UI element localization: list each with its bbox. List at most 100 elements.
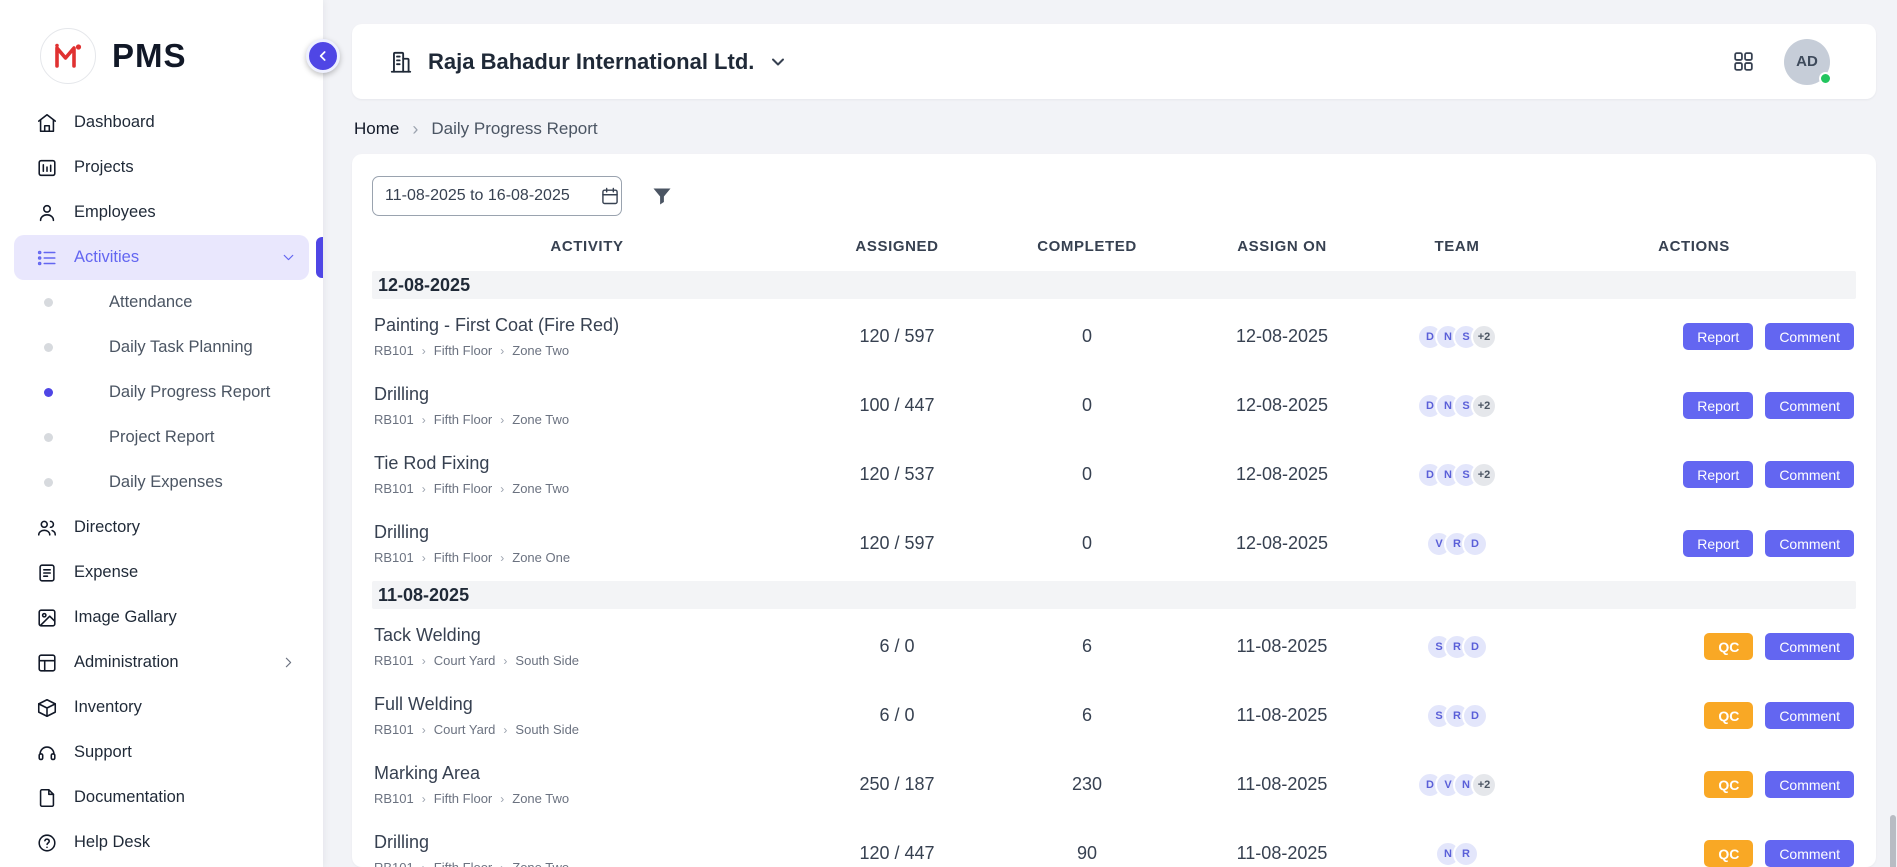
report-button[interactable]: Report <box>1683 461 1753 488</box>
table-row: Tie Rod FixingRB101›Fifth Floor›Zone Two… <box>372 440 1856 509</box>
table-row: DrillingRB101›Fifth Floor›Zone Two120 / … <box>372 819 1856 867</box>
report-button[interactable]: Report <box>1683 392 1753 419</box>
logo: PMS <box>0 0 323 100</box>
sidebar-item-label: Inventory <box>74 698 142 717</box>
sidebar-item-projects[interactable]: Projects <box>14 145 309 190</box>
comment-button[interactable]: Comment <box>1765 840 1854 867</box>
chevron-down-icon <box>280 249 297 266</box>
sidebar-item-administration[interactable]: Administration <box>14 640 309 685</box>
table-row: DrillingRB101›Fifth Floor›Zone One120 / … <box>372 509 1856 578</box>
qc-button[interactable]: QC <box>1704 771 1753 798</box>
sidebar-item-support[interactable]: Support <box>14 730 309 775</box>
path-segment: Zone Two <box>512 860 569 867</box>
comment-button[interactable]: Comment <box>1765 323 1854 350</box>
online-status-dot <box>1819 72 1832 85</box>
group-date: 12-08-2025 <box>378 275 470 296</box>
column-header-completed: COMPLETED <box>992 238 1182 255</box>
sidebar-item-documentation[interactable]: Documentation <box>14 775 309 820</box>
apps-grid-icon[interactable] <box>1731 49 1756 74</box>
team-extra-count[interactable]: +2 <box>1471 772 1497 798</box>
comment-button[interactable]: Comment <box>1765 530 1854 557</box>
path-separator-icon: › <box>500 793 504 805</box>
team-member-avatar[interactable]: D <box>1462 531 1488 557</box>
sidebar-item-help-desk[interactable]: Help Desk <box>14 820 309 865</box>
sidebar-item-expense[interactable]: Expense <box>14 550 309 595</box>
path-separator-icon: › <box>500 862 504 867</box>
sidebar-subitem-daily-expenses[interactable]: Daily Expenses <box>0 460 323 505</box>
sidebar-item-dashboard[interactable]: Dashboard <box>14 100 309 145</box>
path-segment: RB101 <box>374 860 414 867</box>
completed-value: 230 <box>992 774 1182 795</box>
activity-location-path: RB101›Fifth Floor›Zone Two <box>374 481 802 496</box>
team-extra-count[interactable]: +2 <box>1471 393 1497 419</box>
sidebar-subitem-project-report[interactable]: Project Report <box>0 415 323 460</box>
completed-value: 0 <box>992 395 1182 416</box>
comment-button[interactable]: Comment <box>1765 392 1854 419</box>
path-separator-icon: › <box>422 793 426 805</box>
activity-title: Full Welding <box>374 694 802 715</box>
sidebar-subitem-label: Daily Task Planning <box>109 338 253 357</box>
sidebar-subitem-label: Daily Expenses <box>109 473 223 492</box>
avatar[interactable]: AD <box>1784 39 1830 85</box>
comment-button[interactable]: Comment <box>1765 461 1854 488</box>
completed-value: 6 <box>992 705 1182 726</box>
team-member-avatar[interactable]: D <box>1462 703 1488 729</box>
sidebar-subitem-daily-task-planning[interactable]: Daily Task Planning <box>0 325 323 370</box>
gallery-icon <box>36 607 58 629</box>
calendar-icon[interactable] <box>600 186 620 206</box>
filter-icon[interactable] <box>650 184 674 208</box>
report-button[interactable]: Report <box>1683 530 1753 557</box>
sidebar-item-image-gallary[interactable]: Image Gallary <box>14 595 309 640</box>
team-cell: DNS+2 <box>1382 324 1532 350</box>
activity-title: Painting - First Coat (Fire Red) <box>374 315 802 336</box>
team-extra-count[interactable]: +2 <box>1471 462 1497 488</box>
comment-button[interactable]: Comment <box>1765 702 1854 729</box>
company-selector[interactable]: Raja Bahadur International Ltd. <box>388 49 788 75</box>
sidebar-item-activities[interactable]: Activities <box>14 235 309 280</box>
completed-value: 90 <box>992 843 1182 864</box>
sidebar-subitem-attendance[interactable]: Attendance <box>0 280 323 325</box>
team-member-avatar[interactable]: R <box>1453 841 1479 867</box>
assigned-value: 120 / 597 <box>802 533 992 554</box>
comment-button[interactable]: Comment <box>1765 771 1854 798</box>
comment-button[interactable]: Comment <box>1765 633 1854 660</box>
content-card: ACTIVITYASSIGNEDCOMPLETEDASSIGN ONTEAMAC… <box>352 154 1876 867</box>
bullet-dot-icon <box>44 388 53 397</box>
activity-title: Drilling <box>374 522 802 543</box>
progress-table: ACTIVITYASSIGNEDCOMPLETEDASSIGN ONTEAMAC… <box>372 224 1856 867</box>
sidebar-subitem-daily-progress-report[interactable]: Daily Progress Report <box>0 370 323 415</box>
report-button[interactable]: Report <box>1683 323 1753 350</box>
assigned-value: 100 / 447 <box>802 395 992 416</box>
scrollbar-thumb[interactable] <box>1890 815 1896 867</box>
sidebar-item-inventory[interactable]: Inventory <box>14 685 309 730</box>
qc-button[interactable]: QC <box>1704 702 1753 729</box>
support-icon <box>36 742 58 764</box>
activity-location-path: RB101›Court Yard›South Side <box>374 653 802 668</box>
team-member-avatar[interactable]: D <box>1462 634 1488 660</box>
sidebar-item-label: Image Gallary <box>74 608 177 627</box>
column-header-team: TEAM <box>1382 238 1532 255</box>
date-range-input[interactable] <box>385 187 592 205</box>
sidebar-collapse-button[interactable] <box>306 39 340 73</box>
qc-button[interactable]: QC <box>1704 840 1753 867</box>
path-segment: South Side <box>515 722 579 737</box>
sidebar: PMS DashboardProjects Employees Activities… <box>0 0 323 867</box>
documentation-icon <box>36 787 58 809</box>
team-extra-count[interactable]: +2 <box>1471 324 1497 350</box>
sidebar-subitem-label: Project Report <box>109 428 214 447</box>
path-segment: Court Yard <box>434 653 496 668</box>
breadcrumb-home[interactable]: Home <box>354 119 399 139</box>
sidebar-item-label: Employees <box>74 203 156 222</box>
sidebar-item-directory[interactable]: Directory <box>14 505 309 550</box>
path-segment: Zone Two <box>512 481 569 496</box>
path-separator-icon: › <box>503 655 507 667</box>
date-range-field[interactable] <box>372 176 622 216</box>
sidebar-item-employees[interactable]: Employees <box>14 190 309 235</box>
topbar: Raja Bahadur International Ltd. AD <box>352 24 1876 99</box>
team-cell: DNS+2 <box>1382 462 1532 488</box>
main-content: Raja Bahadur International Ltd. AD Home … <box>323 0 1897 867</box>
path-separator-icon: › <box>500 552 504 564</box>
qc-button[interactable]: QC <box>1704 633 1753 660</box>
actions-cell: QC Comment <box>1532 771 1856 798</box>
assigned-value: 6 / 0 <box>802 636 992 657</box>
